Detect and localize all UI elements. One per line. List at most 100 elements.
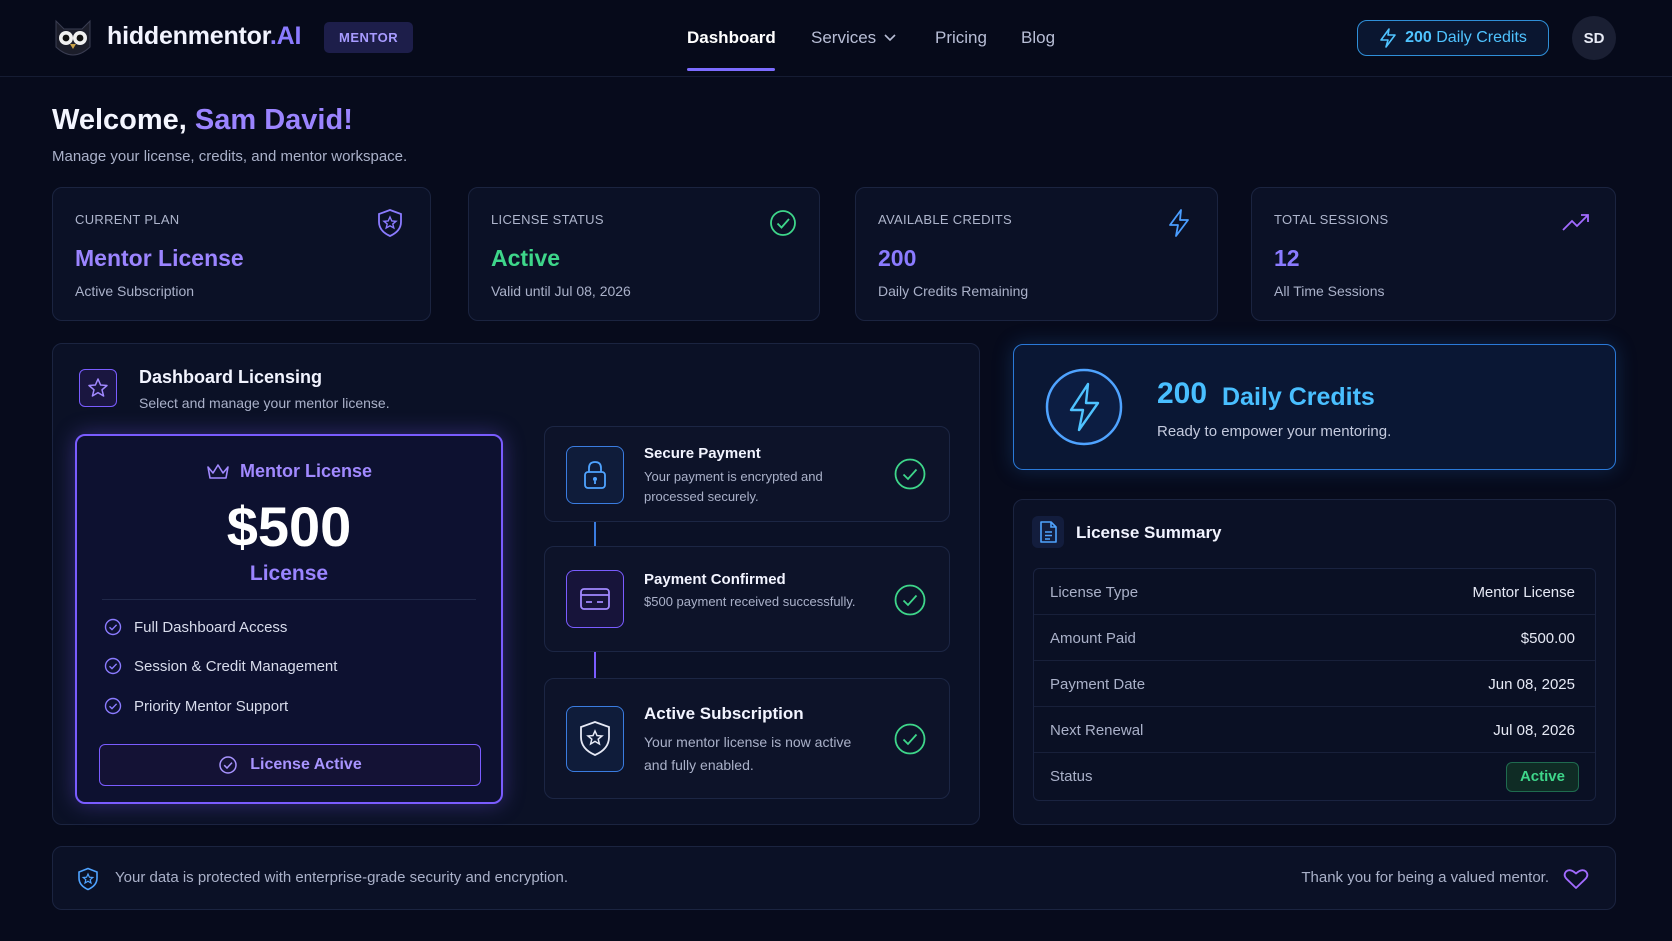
summary-value: Mentor License [1472, 584, 1575, 601]
step-title: Payment Confirmed [644, 571, 786, 588]
credits-pill-value: 200 [1405, 29, 1432, 46]
check-circle-icon [894, 584, 926, 616]
check-circle-icon [104, 657, 122, 675]
stat-value: 12 [1274, 245, 1300, 271]
stat-card-current-plan: CURRENT PLAN Mentor License Active Subsc… [52, 187, 431, 321]
trending-up-icon [1562, 214, 1589, 231]
stat-card-license-status: LICENSE STATUS Active Valid until Jul 08… [468, 187, 820, 321]
step-connector [594, 652, 596, 678]
summary-title: License Summary [1076, 523, 1222, 542]
summary-value: Jul 08, 2026 [1493, 722, 1575, 739]
nav-blog[interactable]: Blog [1021, 28, 1055, 48]
crown-icon [207, 463, 229, 479]
lock-icon [584, 461, 606, 489]
document-icon [1040, 521, 1057, 543]
summary-key: Payment Date [1050, 676, 1146, 693]
owl-logo-icon[interactable] [50, 17, 96, 61]
role-badge: MENTOR [324, 22, 414, 53]
star-icon [88, 378, 108, 397]
nav-active-indicator [687, 68, 775, 71]
step-desc: $500 payment received successfully. [644, 594, 856, 609]
step-title: Active Subscription [644, 704, 804, 723]
step-desc: Your payment is encrypted and processed … [644, 469, 823, 504]
feature-label: Full Dashboard Access [134, 618, 288, 636]
user-avatar[interactable]: SD [1572, 16, 1616, 60]
footer-security-text: Your data is protected with enterprise-g… [115, 869, 569, 886]
step-icon-box [566, 446, 624, 504]
nav-dashboard[interactable]: Dashboard [687, 28, 776, 48]
credit-card-icon [580, 588, 610, 610]
heart-icon[interactable] [1563, 868, 1589, 890]
user-name: Sam David! [194, 104, 353, 136]
license-summary-panel: License Summary License Type Mentor Lice… [1013, 499, 1616, 825]
footer-thanks-text: Thank you for being a valued mentor. [1301, 869, 1549, 886]
stat-label: TOTAL SESSIONS [1274, 212, 1389, 227]
welcome-subtitle: Manage your license, credits, and mentor… [52, 148, 408, 165]
summary-value: Jun 08, 2025 [1488, 676, 1575, 693]
feature-item: Full Dashboard Access [104, 618, 287, 636]
stat-value: 200 [878, 245, 917, 271]
daily-credits-label: Daily Credits [1222, 383, 1375, 411]
step-secure-payment: Secure Payment Your payment is encrypted… [544, 426, 950, 522]
check-circle-icon [770, 210, 796, 236]
summary-key: Amount Paid [1050, 630, 1136, 647]
license-active-label: License Active [250, 756, 362, 773]
table-row: Amount Paid $500.00 [1034, 615, 1595, 661]
license-summary-table: License Type Mentor License Amount Paid … [1033, 568, 1596, 801]
table-row: Status Active [1034, 753, 1595, 802]
mentor-license-card[interactable]: Mentor License $500 License Full Dashboa… [75, 434, 503, 804]
step-active-subscription: Active Subscription Your mentor license … [544, 678, 950, 799]
summary-value: $500.00 [1520, 630, 1575, 647]
feature-item: Session & Credit Management [104, 657, 337, 675]
shield-star-icon [378, 209, 402, 237]
check-circle-icon [894, 458, 926, 490]
brand-name[interactable]: hiddenmentor.AI [107, 22, 301, 51]
lightning-ring-icon [1045, 368, 1123, 446]
licensing-star-box [79, 369, 117, 407]
stat-value: Active [491, 245, 561, 271]
stat-label: AVAILABLE CREDITS [878, 212, 1012, 227]
stat-card-available-credits: AVAILABLE CREDITS 200 Daily Credits Rema… [855, 187, 1218, 321]
check-circle-icon [219, 756, 238, 774]
check-circle-icon [104, 697, 122, 715]
check-circle-icon [894, 723, 926, 755]
stat-label: CURRENT PLAN [75, 212, 180, 227]
summary-key: Next Renewal [1050, 722, 1144, 739]
feature-item: Priority Mentor Support [104, 697, 288, 715]
feature-label: Priority Mentor Support [134, 697, 289, 715]
top-navigation-bar: hiddenmentor.AI MENTOR Dashboard Service… [0, 0, 1672, 77]
shield-star-icon [580, 721, 610, 756]
license-price-label: License [249, 562, 329, 585]
licensing-subtitle: Select and manage your mentor license. [139, 395, 390, 411]
stat-label: LICENSE STATUS [491, 212, 604, 227]
stat-card-total-sessions: TOTAL SESSIONS 12 All Time Sessions [1251, 187, 1616, 321]
step-connector [594, 522, 596, 546]
step-payment-confirmed: Payment Confirmed $500 payment received … [544, 546, 950, 652]
table-row: Next Renewal Jul 08, 2026 [1034, 707, 1595, 753]
daily-credits-pill[interactable]: 200 Daily Credits [1357, 20, 1549, 56]
feature-label: Session & Credit Management [134, 657, 338, 675]
status-badge: Active [1505, 762, 1579, 792]
step-desc: Your mentor license is now active and fu… [644, 734, 852, 773]
stat-sub: Valid until Jul 08, 2026 [491, 283, 631, 299]
license-card-title: Mentor License [77, 461, 501, 482]
stat-sub: All Time Sessions [1274, 283, 1385, 299]
check-circle-icon [104, 618, 122, 636]
stat-value: Mentor License [75, 245, 244, 271]
table-row: License Type Mentor License [1034, 569, 1595, 615]
lightning-icon [1380, 28, 1396, 48]
summary-icon-box [1032, 516, 1064, 548]
licensing-title: Dashboard Licensing [139, 367, 323, 387]
nav-services[interactable]: Services [811, 28, 896, 48]
footer-bar: Your data is protected with enterprise-g… [52, 846, 1616, 910]
nav-services-label: Services [811, 28, 877, 47]
table-row: Payment Date Jun 08, 2025 [1034, 661, 1595, 707]
license-active-button[interactable]: License Active [99, 744, 481, 786]
stat-sub: Daily Credits Remaining [878, 283, 1029, 299]
credits-pill-label: Daily Credits [1436, 29, 1527, 46]
step-title: Secure Payment [644, 445, 761, 462]
lightning-icon [1169, 209, 1189, 237]
nav-pricing[interactable]: Pricing [935, 28, 987, 48]
welcome-heading: Welcome, Sam David! [52, 104, 353, 136]
summary-key: Status [1050, 768, 1093, 785]
